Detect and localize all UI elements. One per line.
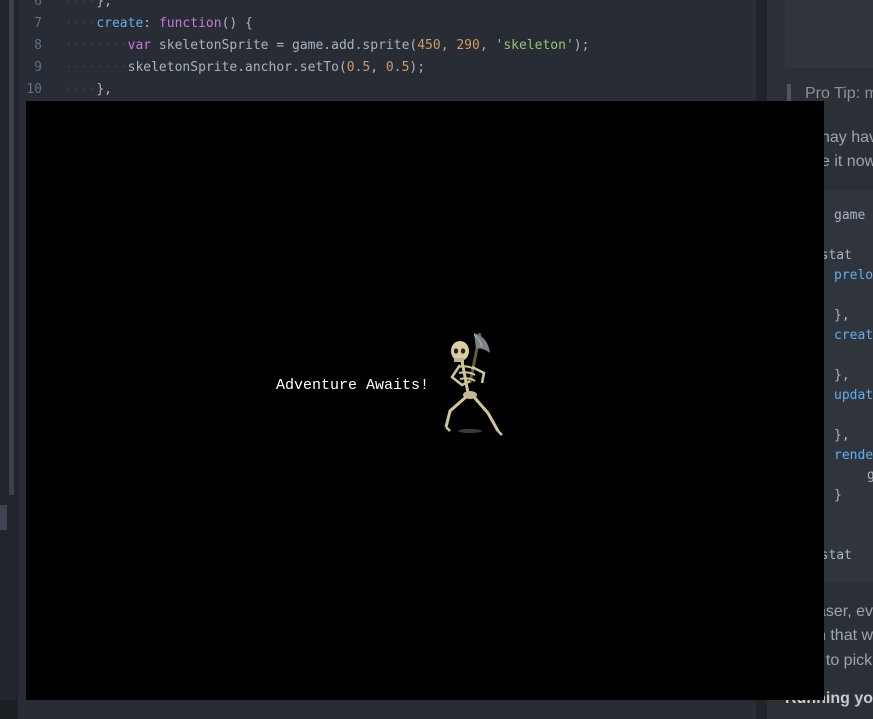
- code-token: () {: [221, 16, 253, 31]
- game-canvas[interactable]: Adventure Awaits!: [26, 101, 824, 700]
- code-token: 0.5: [385, 60, 410, 75]
- line-number: 7: [34, 16, 42, 31]
- code-text: ····create: function() {: [65, 13, 253, 35]
- code-token: 290: [456, 38, 480, 53]
- code-token: function: [158, 16, 222, 31]
- code-text: ········var skeletonSprite = game.add.sp…: [65, 35, 589, 57]
- code-token: );: [409, 60, 426, 75]
- code-token: ,: [440, 38, 457, 53]
- code-token: ,: [370, 60, 386, 75]
- adventure-text: Adventure Awaits!: [276, 377, 430, 394]
- code-token: create: [96, 16, 144, 31]
- doc-code-line: rende: [834, 448, 873, 463]
- gutter-bottom: [0, 700, 18, 719]
- doc-top-box: [785, 0, 873, 68]
- whitespace-marker: ····: [65, 0, 97, 9]
- doc-code-line: },: [834, 308, 850, 323]
- doc-code-line: },: [834, 428, 850, 443]
- whitespace-marker: ····: [65, 82, 97, 97]
- doc-code-line: creat: [834, 328, 873, 343]
- line-number: 8: [34, 38, 42, 53]
- doc-paragraph-line: e it now: [821, 153, 873, 170]
- code-token: );: [573, 38, 590, 53]
- doc-paragraph-line: aser, ev: [817, 603, 873, 620]
- code-text: ····},: [65, 0, 112, 13]
- code-token: },: [96, 0, 112, 9]
- doc-code-line: updat: [834, 388, 873, 403]
- doc-paragraph-line: nay hav: [821, 129, 873, 146]
- doc-paragraph-line: t to pick: [817, 652, 873, 669]
- line-number: 10: [26, 82, 42, 97]
- left-scrollbar[interactable]: [9, 0, 14, 495]
- code-text: ····},: [65, 79, 112, 101]
- doc-code-line: },: [834, 368, 850, 383]
- code-token: },: [96, 82, 112, 97]
- skeleton-sprite: [444, 332, 503, 436]
- doc-paragraph-line: n that w: [817, 627, 873, 644]
- line-number: 9: [34, 60, 42, 75]
- line-number: 6: [34, 0, 42, 9]
- code-token: var: [127, 38, 152, 53]
- code-token: skeletonSprite.anchor.setTo(: [127, 60, 347, 75]
- whitespace-marker: ····: [65, 16, 97, 31]
- doc-code-line: g: [867, 468, 873, 483]
- code-token: 450: [417, 38, 441, 53]
- gutter-marker: [0, 505, 7, 530]
- code-token: 'skeleton': [495, 38, 574, 53]
- code-token: 0.5: [346, 60, 371, 75]
- whitespace-marker: ········: [65, 60, 128, 75]
- whitespace-marker: ········: [65, 38, 128, 53]
- left-gutter: [0, 0, 18, 719]
- doc-code-line: prelo: [834, 268, 873, 283]
- code-token: skeletonSprite = game.add.sprite(: [151, 38, 418, 53]
- code-token: :: [143, 16, 159, 31]
- doc-code-line: game: [834, 208, 866, 223]
- doc-code-line: }: [834, 488, 842, 503]
- code-text: ········skeletonSprite.anchor.setTo(0.5,…: [65, 57, 425, 79]
- code-token: ,: [479, 38, 496, 53]
